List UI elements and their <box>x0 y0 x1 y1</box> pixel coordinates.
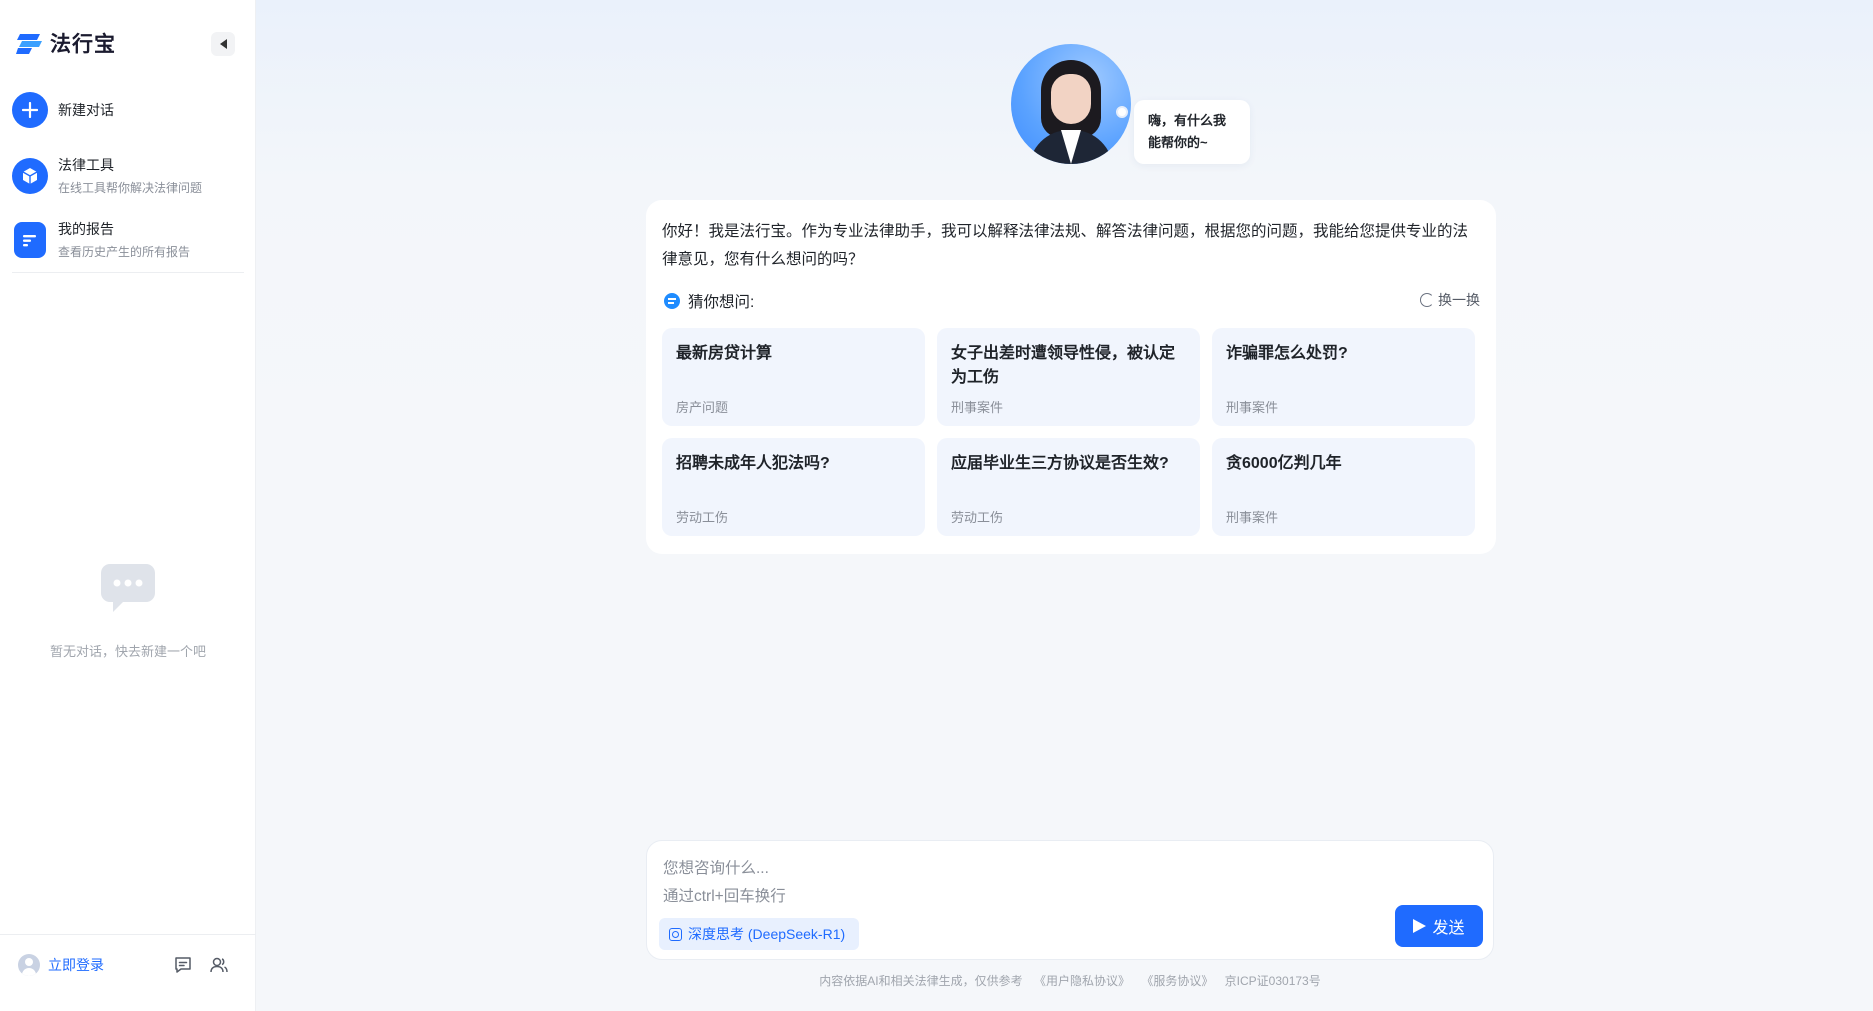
sidebar-item-text: 法律工具 在线工具帮你解决法律问题 <box>58 155 202 196</box>
brand-name: 法行宝 <box>50 33 116 56</box>
send-icon <box>1413 919 1427 933</box>
send-label: 发送 <box>1432 920 1465 937</box>
suggestion-tag: 刑事案件 <box>1226 400 1279 415</box>
chat-input[interactable] <box>663 855 1463 905</box>
suggestion-title: 贪6000亿判几年 <box>1226 455 1342 472</box>
suggestion-card[interactable]: 招聘未成年人犯法吗? 劳动工伤 <box>662 438 925 536</box>
main-area: 嗨，有什么我能帮你的~ 你好！我是法行宝。作为专业法律助手，我可以解释法律法规、… <box>256 0 1873 1011</box>
app-root: 法行宝 新建对话 法律工具 在线工具帮你解决法律问题 我的报告 查看历史产生的所… <box>0 0 1873 1011</box>
icp-text: 京ICP证030173号 <box>1224 974 1321 988</box>
brand[interactable]: 法行宝 <box>16 28 116 58</box>
sidebar-item-title: 法律工具 <box>58 157 114 173</box>
deep-think-toggle[interactable]: 深度思考 (DeepSeek-R1) <box>659 918 860 950</box>
deep-think-icon <box>669 927 682 941</box>
suggestion-card[interactable]: 最新房贷计算 房产问题 <box>662 328 925 426</box>
service-link[interactable]: 《服务协议》 <box>1141 974 1213 988</box>
footer-note: 内容依据AI和相关法律生成，仅供参考 《用户隐私协议》 《服务协议》 京ICP证… <box>646 972 1494 989</box>
sidebar-item-my-reports[interactable]: 我的报告 查看历史产生的所有报告 <box>12 219 190 260</box>
suggestion-tag: 房产问题 <box>676 400 729 415</box>
greeting-bubble: 嗨，有什么我能帮你的~ <box>1134 100 1250 164</box>
refresh-icon <box>1420 293 1434 307</box>
cube-icon <box>12 157 48 194</box>
suggestion-title: 最新房贷计算 <box>676 345 773 362</box>
suggestion-card[interactable]: 贪6000亿判几年 刑事案件 <box>1212 438 1475 536</box>
suggestions-header: 猜你想问: <box>664 290 754 312</box>
send-button[interactable]: 发送 <box>1395 905 1483 947</box>
login-button[interactable]: 立即登录 <box>18 954 104 976</box>
empty-text: 暂无对话，快去新建一个吧 <box>49 644 206 659</box>
suggestion-title: 诈骗罪怎么处罚? <box>1226 345 1348 362</box>
sidebar-item-text: 我的报告 查看历史产生的所有报告 <box>58 219 190 260</box>
refresh-suggestions-button[interactable]: 换一换 <box>1420 290 1480 310</box>
suggestion-title: 招聘未成年人犯法吗? <box>676 455 830 472</box>
assistant-avatar <box>1011 44 1131 164</box>
plus-icon <box>12 92 48 128</box>
contacts-icon[interactable] <box>209 955 229 975</box>
sidebar-item-legal-tools[interactable]: 法律工具 在线工具帮你解决法律问题 <box>12 155 202 196</box>
avatar-face <box>1051 74 1091 124</box>
suggestion-title: 应届毕业生三方协议是否生效? <box>951 455 1169 472</box>
welcome-card: 你好！我是法行宝。作为专业法律助手，我可以解释法律法规、解答法律问题，根据您的问… <box>646 200 1496 554</box>
new-chat-button[interactable]: 新建对话 <box>12 92 114 128</box>
suggestion-tag: 劳动工伤 <box>676 510 729 525</box>
collapse-sidebar-button[interactable] <box>211 32 235 56</box>
sidebar-item-title: 我的报告 <box>58 221 114 237</box>
feedback-icon[interactable] <box>173 955 193 975</box>
user-avatar-icon <box>18 954 40 976</box>
suggestion-grid: 最新房贷计算 房产问题 女子出差时遭领导性侵，被认定为工伤 刑事案件 诈骗罪怎么… <box>662 328 1482 536</box>
footer-disclaimer: 内容依据AI和相关法律生成，仅供参考 <box>819 974 1023 988</box>
sidebar-footer-divider <box>0 934 256 935</box>
chat-bubble-icon <box>101 564 155 612</box>
empty-conversations: 暂无对话，快去新建一个吧 <box>0 562 256 660</box>
refresh-label: 换一换 <box>1438 292 1480 308</box>
suggestion-tag: 刑事案件 <box>1226 510 1279 525</box>
suggestion-card[interactable]: 应届毕业生三方协议是否生效? 劳动工伤 <box>937 438 1200 536</box>
suggestion-title: 女子出差时遭领导性侵，被认定为工伤 <box>951 345 1176 386</box>
suggestion-card[interactable]: 诈骗罪怎么处罚? 刑事案件 <box>1212 328 1475 426</box>
sidebar-item-subtitle: 查看历史产生的所有报告 <box>58 245 191 259</box>
privacy-link[interactable]: 《用户隐私协议》 <box>1034 974 1130 988</box>
suggestion-card[interactable]: 女子出差时遭领导性侵，被认定为工伤 刑事案件 <box>937 328 1200 426</box>
sidebar-item-subtitle: 在线工具帮你解决法律问题 <box>58 181 203 195</box>
online-status-dot <box>1116 106 1128 118</box>
new-chat-label: 新建对话 <box>58 102 114 118</box>
sidebar: 法行宝 新建对话 法律工具 在线工具帮你解决法律问题 我的报告 查看历史产生的所… <box>0 0 256 1011</box>
sidebar-divider <box>12 272 244 273</box>
login-label: 立即登录 <box>48 957 104 973</box>
deep-think-label: 深度思考 (DeepSeek-R1) <box>688 926 846 942</box>
suggestion-tag: 刑事案件 <box>951 400 1004 415</box>
suggestion-tag: 劳动工伤 <box>951 510 1004 525</box>
chat-icon <box>664 293 680 309</box>
chat-input-box: 深度思考 (DeepSeek-R1) 发送 <box>646 840 1494 960</box>
intro-text: 你好！我是法行宝。作为专业法律助手，我可以解释法律法规、解答法律问题，根据您的问… <box>662 223 1469 268</box>
suggestions-title: 猜你想问: <box>688 294 755 311</box>
brand-logo-icon <box>16 34 42 54</box>
report-icon <box>14 221 46 258</box>
